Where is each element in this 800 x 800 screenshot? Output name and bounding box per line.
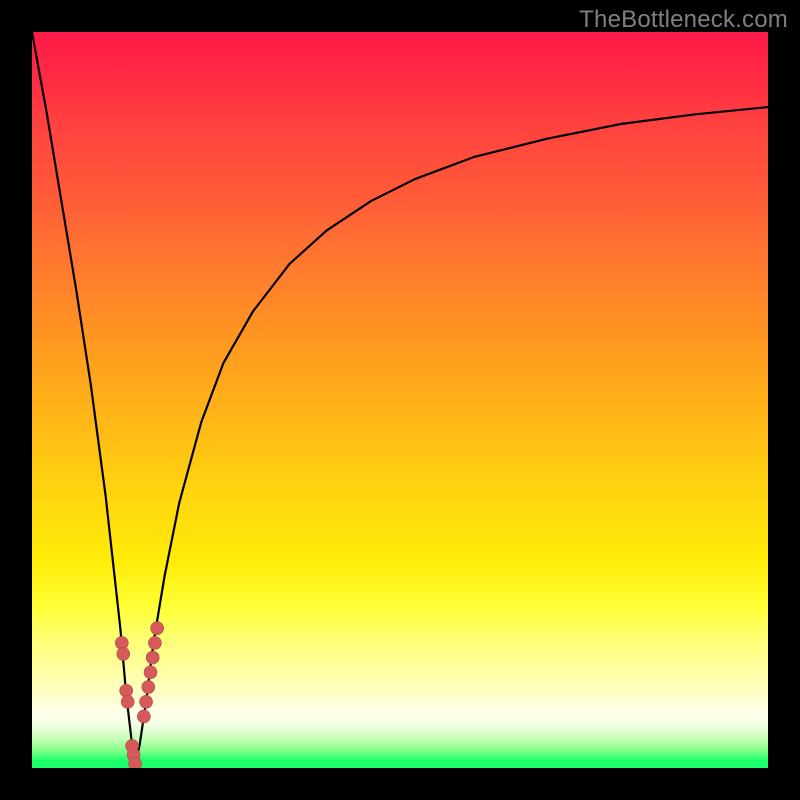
data-marker: [121, 695, 134, 708]
data-marker: [146, 651, 159, 664]
chart-svg: [32, 32, 768, 768]
bottleneck-curve: [32, 32, 768, 764]
data-marker: [137, 710, 150, 723]
data-marker: [117, 647, 130, 660]
data-marker: [151, 622, 164, 635]
curve-layer: [32, 32, 768, 764]
data-marker: [144, 666, 157, 679]
chart-frame: TheBottleneck.com: [0, 0, 800, 800]
plot-area: [32, 32, 768, 768]
watermark-text: TheBottleneck.com: [579, 6, 788, 34]
data-marker: [148, 636, 161, 649]
data-marker: [142, 681, 155, 694]
data-marker: [129, 757, 142, 768]
data-marker: [140, 695, 153, 708]
